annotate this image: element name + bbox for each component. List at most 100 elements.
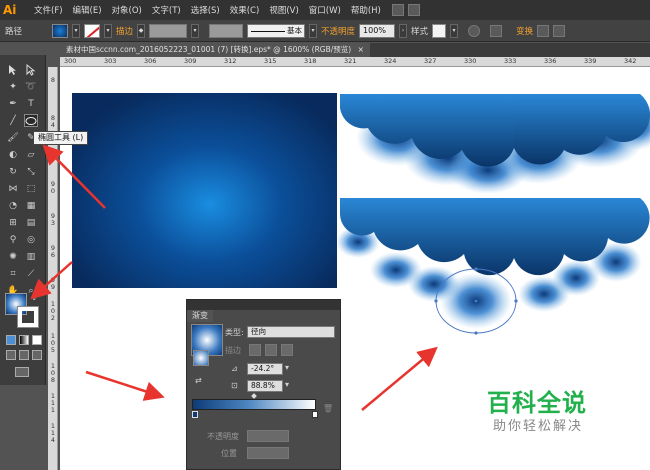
bridge-icon[interactable] <box>391 4 404 16</box>
gradient-rectangle[interactable] <box>72 93 337 288</box>
direct-selection-tool-icon[interactable] <box>24 63 38 76</box>
magic-wand-tool-icon[interactable]: ✦ <box>6 80 20 93</box>
scale-tool-icon[interactable]: ⤡ <box>24 165 38 178</box>
color-mode-gradient-icon[interactable] <box>19 335 29 345</box>
angle-field[interactable]: -24.2° <box>247 363 283 375</box>
artboard-tool-icon[interactable]: ⌗ <box>6 267 20 280</box>
draw-behind-icon[interactable] <box>19 350 29 360</box>
variable-width-field[interactable] <box>209 23 244 38</box>
stroke-gradient-across-icon[interactable] <box>281 344 293 356</box>
gradient-tool-icon[interactable]: ▤ <box>24 216 38 229</box>
panel-header[interactable] <box>187 300 340 310</box>
close-icon[interactable]: × <box>358 45 364 54</box>
tab-gradient[interactable]: 渐变 <box>187 310 213 322</box>
opacity-dropdown-icon[interactable]: › <box>399 23 408 38</box>
cloud-artwork[interactable] <box>338 88 650 348</box>
paintbrush-tool-icon[interactable]: 🖌 <box>6 131 20 144</box>
blend-tool-icon[interactable]: ◎ <box>24 233 38 246</box>
fill-stroke-mini-icon[interactable] <box>193 350 209 366</box>
color-mode-color-icon[interactable] <box>6 335 16 345</box>
shape-builder-tool-icon[interactable]: ◔ <box>6 199 20 212</box>
column-graph-tool-icon[interactable]: ▥ <box>24 250 38 263</box>
ruler-tick: 9 0 <box>50 180 56 195</box>
menu-object[interactable]: 对象(O) <box>107 4 147 16</box>
stroke-gradient-along-icon[interactable] <box>265 344 277 356</box>
aspect-ratio-field[interactable]: 88.8% <box>247 380 283 392</box>
color-mode-none-icon[interactable] <box>32 335 42 345</box>
pen-tool-icon[interactable]: ✒ <box>6 97 20 110</box>
blob-brush-tool-icon[interactable]: ◐ <box>6 148 20 161</box>
lasso-tool-icon[interactable]: ➰ <box>24 80 38 93</box>
menu-help[interactable]: 帮助(H) <box>346 4 386 16</box>
delete-stop-icon[interactable]: 🗑 <box>323 404 333 413</box>
symbol-sprayer-tool-icon[interactable]: ✺ <box>6 250 20 263</box>
eraser-tool-icon[interactable]: ▱ <box>24 148 38 161</box>
gradient-type-select[interactable]: 径向 <box>247 326 335 338</box>
aspect-ratio-icon: ⊡ <box>231 381 238 390</box>
swap-fill-stroke-icon[interactable]: ⤢ <box>33 293 39 303</box>
rotate-tool-icon[interactable]: ↻ <box>6 165 20 178</box>
transform-label[interactable]: 变换 <box>516 25 533 37</box>
arrange-documents-icon[interactable] <box>407 4 420 16</box>
reverse-gradient-icon[interactable]: ⇄ <box>195 376 202 385</box>
stroke-gradient-within-icon[interactable] <box>249 344 261 356</box>
mesh-tool-icon[interactable]: ⊞ <box>6 216 20 229</box>
perspective-grid-tool-icon[interactable]: ▦ <box>24 199 38 212</box>
menu-edit[interactable]: 编辑(E) <box>68 4 107 16</box>
ellipse-tool-icon[interactable] <box>24 114 38 127</box>
stop-opacity-field[interactable] <box>247 430 289 442</box>
gradient-slider[interactable] <box>192 399 316 410</box>
stop-location-field[interactable] <box>247 447 289 459</box>
document-tab[interactable]: 素材中国sccnn.com_2016052223_01001 (7) [转换].… <box>60 43 370 57</box>
ruler-tick: 8 <box>50 76 56 84</box>
align-icon[interactable] <box>490 24 503 37</box>
menu-effect[interactable]: 效果(C) <box>225 4 265 16</box>
fill-dropdown-icon[interactable]: ▾ <box>72 23 81 38</box>
stroke-style-dropdown-icon[interactable]: ▾ <box>309 23 318 38</box>
screen-mode-icon[interactable] <box>15 367 29 377</box>
width-tool-icon[interactable]: ⋈ <box>6 182 20 195</box>
stroke-dropdown-icon[interactable]: ▾ <box>104 23 113 38</box>
line-segment-tool-icon[interactable]: ╱ <box>6 114 20 127</box>
angle-dropdown-icon[interactable]: ▾ <box>285 363 289 372</box>
draw-inside-icon[interactable] <box>32 350 42 360</box>
stroke-style-field[interactable]: 基本 <box>247 23 306 38</box>
draw-normal-icon[interactable] <box>6 350 16 360</box>
ruler-tick: 8 4 <box>50 114 56 129</box>
gradient-stop-left[interactable] <box>192 411 198 418</box>
graphic-style-swatch[interactable] <box>432 23 447 38</box>
slice-tool-icon[interactable]: ⟋ <box>24 267 38 280</box>
ruler-tick: 330 <box>464 57 477 65</box>
isolate-icon[interactable] <box>537 24 550 37</box>
fill-swatch[interactable] <box>52 23 69 38</box>
stroke-color-box[interactable] <box>17 306 39 328</box>
stroke-weight-stepper[interactable]: ◆ <box>137 23 146 38</box>
vertical-ruler[interactable]: 8 8 4 8 7 9 0 9 3 9 6 9 9 1 0 2 1 0 5 1 … <box>48 67 58 470</box>
ruler-tick: 1 0 2 <box>50 300 56 322</box>
ruler-tick: 9 3 <box>50 212 56 227</box>
selection-tool-icon[interactable] <box>6 63 20 76</box>
stroke-label[interactable]: 描边 <box>116 25 133 37</box>
aspect-ratio-dropdown-icon[interactable]: ▾ <box>285 380 289 389</box>
free-transform-tool-icon[interactable]: ⬚ <box>24 182 38 195</box>
menu-view[interactable]: 视图(V) <box>264 4 303 16</box>
opacity-label[interactable]: 不透明度 <box>321 25 355 37</box>
control-bar: 路径 ▾ ▾ 描边 ◆ ▾ 基本 ▾ 不透明度 100% › 样式 ▾ 变换 <box>0 20 650 42</box>
stroke-swatch[interactable] <box>84 23 101 38</box>
type-tool-icon[interactable]: T <box>24 97 38 110</box>
panel-menu-icon[interactable] <box>553 24 566 37</box>
stroke-weight-field[interactable] <box>149 23 188 38</box>
gradient-stop-right[interactable] <box>312 411 318 418</box>
eyedropper-tool-icon[interactable]: ⚲ <box>6 233 20 246</box>
menu-window[interactable]: 窗口(W) <box>304 4 346 16</box>
recolor-artwork-icon[interactable] <box>468 24 481 37</box>
ruler-tick: 8 7 <box>50 148 56 163</box>
graphic-style-dropdown-icon[interactable]: ▾ <box>450 23 459 38</box>
menu-type[interactable]: 文字(T) <box>147 4 186 16</box>
opacity-field[interactable]: 100% <box>359 23 396 38</box>
panel-tab-label: 渐变 <box>192 311 208 320</box>
horizontal-ruler[interactable]: 300 303 306 309 312 315 318 321 324 327 … <box>60 57 650 67</box>
menu-select[interactable]: 选择(S) <box>186 4 225 16</box>
stroke-weight-dropdown-icon[interactable]: ▾ <box>191 23 200 38</box>
menu-file[interactable]: 文件(F) <box>29 4 68 16</box>
